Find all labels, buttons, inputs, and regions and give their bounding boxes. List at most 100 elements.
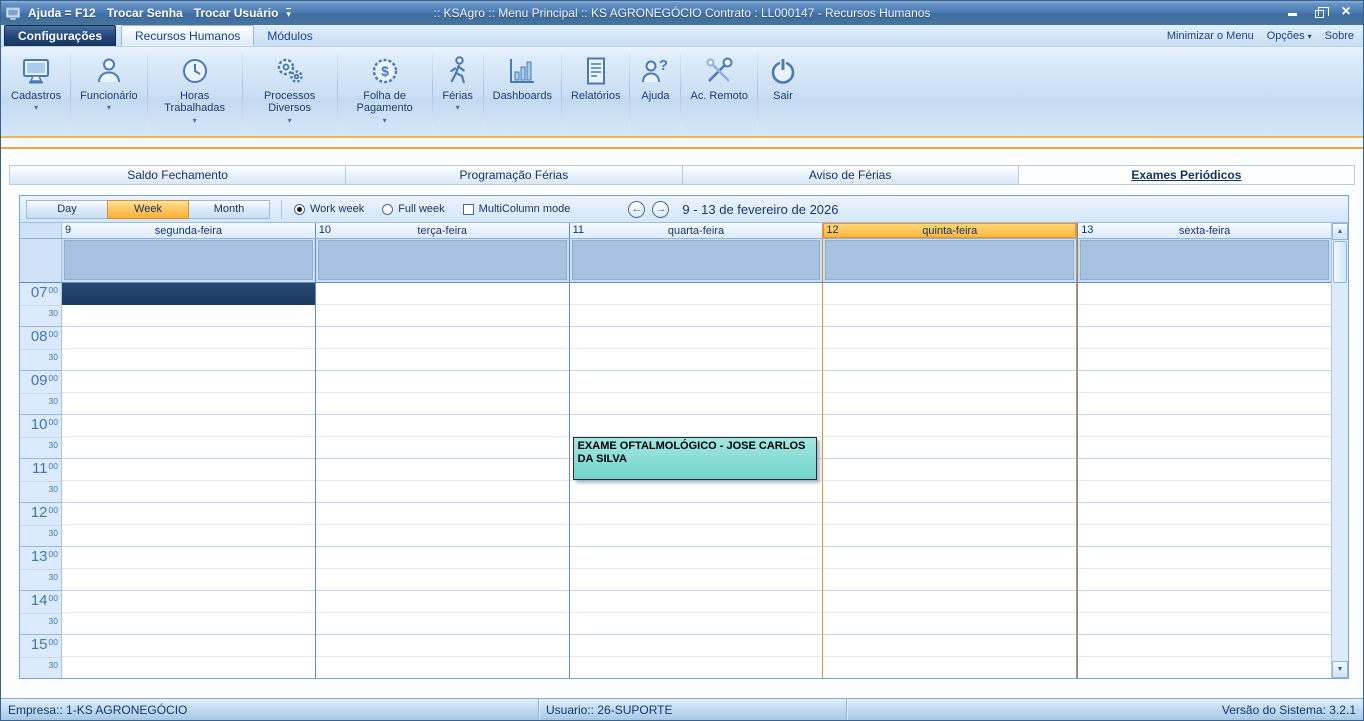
option-label: MultiColumn mode <box>479 203 571 215</box>
chevron-down-icon[interactable]: ▾ <box>286 8 291 19</box>
ribbon-button-sair[interactable]: Sair <box>760 49 806 133</box>
time-label: 0700 <box>20 283 61 305</box>
ribbon-button-dashboards[interactable]: Dashboards <box>486 49 559 133</box>
minute-label: 30 <box>49 660 58 670</box>
ribbon-button-ajuda[interactable]: Ajuda <box>632 49 678 133</box>
options-link[interactable]: Opções▾ <box>1267 30 1312 42</box>
option-work-week[interactable]: Work week <box>294 203 364 215</box>
ribbon-button-funcionario[interactable]: Funcionário▾ <box>73 49 144 133</box>
day-name: terça-feira <box>417 225 467 237</box>
ribbon-button-horas-trabalhadas[interactable]: Horas Trabalhadas▾ <box>150 49 240 133</box>
day-column-sexta-feira[interactable] <box>1077 283 1331 678</box>
ribbon-group-separator <box>483 53 484 129</box>
half-hour-label: 30 <box>20 393 61 414</box>
appointment[interactable]: EXAME OFTALMOLÓGICO - JOSE CARLOS DA SIL… <box>573 437 818 480</box>
ribbon-group-separator <box>432 53 433 129</box>
minute-label: 30 <box>49 308 58 318</box>
close-button[interactable]: × <box>1339 5 1353 21</box>
allday-row <box>20 239 1331 283</box>
ribbon-button-relatorios[interactable]: Relatórios <box>564 49 628 133</box>
option-full-week[interactable]: Full week <box>382 203 444 215</box>
ribbon-button-label: Ac. Remoto <box>690 90 747 102</box>
time-label: 1000 <box>20 415 61 437</box>
titlebar-menu-item-trocar-usuario[interactable]: Trocar Usuário <box>194 6 279 20</box>
restore-button[interactable] <box>1312 5 1326 21</box>
payroll-icon <box>369 53 401 88</box>
day-header-quinta-feira[interactable]: 12quinta-feira <box>822 223 1077 238</box>
allday-cell-quinta-feira[interactable] <box>822 239 1077 282</box>
time-ruler-hour-10: 100030 <box>20 415 61 459</box>
scrollbar-thumb[interactable] <box>1333 241 1347 283</box>
vertical-scrollbar[interactable]: ▲ ▼ <box>1331 223 1348 678</box>
day-column-segunda-feira[interactable] <box>62 283 315 678</box>
time-ruler-hour-12: 120030 <box>20 503 61 547</box>
ribbon-button-ferias[interactable]: Férias▾ <box>435 49 481 133</box>
ribbon-button-processos-diversos[interactable]: Processos Diversos▾ <box>245 49 335 133</box>
allday-fill <box>572 240 821 280</box>
next-week-button[interactable]: → <box>652 201 669 218</box>
time-label: 1100 <box>20 459 61 481</box>
statusbar-user: Usuario:: 26-SUPORTE <box>539 699 847 720</box>
about-link[interactable]: Sobre <box>1325 30 1354 42</box>
ribbon-tab-recursos-humanos[interactable]: Recursos Humanos <box>121 25 254 46</box>
ribbon-button-label: Cadastros <box>11 90 61 102</box>
scroll-down-button[interactable]: ▼ <box>1332 661 1348 678</box>
view-button-week[interactable]: Week <box>107 200 189 219</box>
option-label: Full week <box>398 203 444 215</box>
minimize-menu-link[interactable]: Minimizar o Menu <box>1167 30 1254 42</box>
ribbon-tab-modulos[interactable]: Módulos <box>254 25 325 46</box>
minute-label: 00 <box>49 374 58 383</box>
ribbon-button-label: Sair <box>773 90 793 102</box>
titlebar-menu-item-ajuda-f12[interactable]: Ajuda = F12 <box>28 6 96 20</box>
page-tab-label: Programação Férias <box>460 168 569 182</box>
view-button-day[interactable]: Day <box>26 200 108 219</box>
scheduler-body: 9segunda-feira 10 terça-feira 11quarta-feir… <box>20 223 1348 678</box>
option-multicolumn-mode[interactable]: MultiColumn mode <box>463 203 571 215</box>
time-ruler-hour-08: 080030 <box>20 327 61 371</box>
vacation-icon <box>442 53 474 88</box>
minimize-button[interactable] <box>1285 5 1299 21</box>
allday-cell-segunda-feira[interactable] <box>62 239 315 282</box>
previous-week-button[interactable]: ← <box>628 201 645 218</box>
gears-icon <box>274 53 306 88</box>
day-column-quarta-feira[interactable]: EXAME OFTALMOLÓGICO - JOSE CARLOS DA SIL… <box>569 283 823 678</box>
time-label: 0900 <box>20 371 61 393</box>
titlebar-menu: Ajuda = F12 Trocar Senha Trocar Usuário <box>28 6 278 20</box>
day-number: 11 <box>573 224 584 236</box>
day-header-sexta-feira[interactable]: 13sexta-feira <box>1077 223 1331 238</box>
day-header-quarta-feira[interactable]: 11quarta-feira <box>569 223 823 238</box>
day-column-quinta-feira[interactable] <box>822 283 1077 678</box>
page-tab-programacao-ferias[interactable]: Programação Férias <box>346 165 682 185</box>
hour-label: 13 <box>31 549 48 564</box>
ribbon-button-label: Relatórios <box>571 90 621 102</box>
time-label: 1500 <box>20 635 61 657</box>
minute-label: 00 <box>49 594 58 603</box>
restore-glyph <box>1315 10 1324 18</box>
titlebar-menu-item-trocar-senha[interactable]: Trocar Senha <box>107 6 183 20</box>
ribbon-tab-configuracoes[interactable]: Configurações <box>4 25 116 46</box>
page-tab-exames-periodicos[interactable]: Exames Periódicos <box>1019 165 1355 185</box>
day-number: 10 <box>319 224 331 236</box>
minute-label: 30 <box>49 528 58 538</box>
day-header-terca-feira[interactable]: 10 terça-feira <box>315 223 569 238</box>
ribbon-button-label: Funcionário <box>80 90 137 102</box>
ribbon-button-cadastros[interactable]: Cadastros▾ <box>4 49 68 133</box>
statusbar-company: Empresa:: 1-KS AGRONEGÓCIO <box>1 699 539 720</box>
power-icon <box>767 53 799 88</box>
day-header-segunda-feira[interactable]: 9segunda-feira <box>62 223 315 238</box>
view-button-month[interactable]: Month <box>188 200 270 219</box>
half-hour-label: 30 <box>20 525 61 546</box>
ribbon-button-folha-de-pagamento[interactable]: Folha de Pagamento▾ <box>340 49 430 133</box>
allday-cell-quarta-feira[interactable] <box>569 239 823 282</box>
page-tab-aviso-de-ferias[interactable]: Aviso de Férias <box>683 165 1019 185</box>
allday-cell-terca-feira[interactable] <box>315 239 569 282</box>
ribbon-group-separator <box>629 53 630 129</box>
scroll-up-button[interactable]: ▲ <box>1332 223 1348 240</box>
view-buttons: DayWeekMonth <box>26 200 269 219</box>
help-icon <box>639 53 671 88</box>
page-tab-saldo-fechamento[interactable]: Saldo Fechamento <box>9 165 346 185</box>
day-column-terca-feira[interactable] <box>315 283 569 678</box>
allday-cell-sexta-feira[interactable] <box>1077 239 1331 282</box>
ribbon-button-ac-remoto[interactable]: Ac. Remoto <box>683 49 754 133</box>
main-panel: Saldo Fechamento Programação Férias Aviso … <box>1 147 1363 698</box>
